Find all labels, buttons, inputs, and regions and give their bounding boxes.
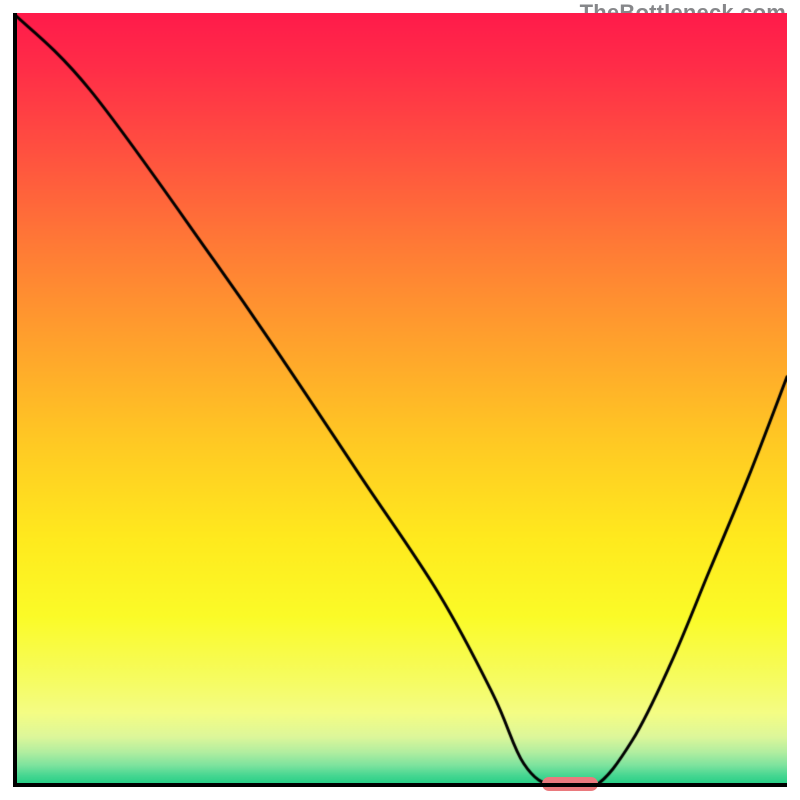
- bottleneck-curve: [13, 13, 787, 787]
- plot-area: [13, 13, 787, 787]
- optimal-marker-pill: [542, 777, 598, 791]
